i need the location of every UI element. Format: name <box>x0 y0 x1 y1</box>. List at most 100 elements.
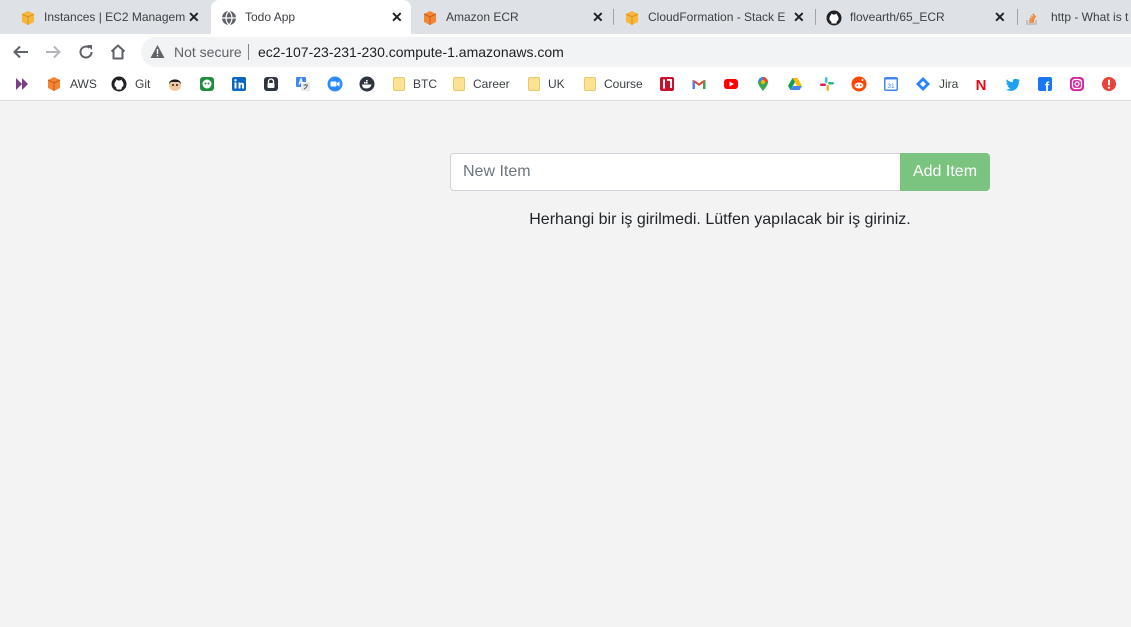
translate-icon <box>296 77 310 91</box>
tab-cloudformation[interactable]: CloudFormation - Stack E ✕ <box>614 0 814 34</box>
facebook-letter: f <box>1045 79 1050 92</box>
twitter-icon <box>1005 78 1020 91</box>
bookmark-item[interactable] <box>1005 76 1021 92</box>
github-icon <box>111 76 127 92</box>
bookmark-item[interactable] <box>295 76 311 92</box>
aws-box-icon <box>625 11 639 25</box>
bookmark-item[interactable] <box>851 76 867 92</box>
tab-label: Todo App <box>245 10 296 24</box>
tab-label: flovearth/65_ECR <box>850 10 945 24</box>
folder-icon <box>528 77 540 91</box>
empty-list-message: Herhangi bir iş girilmedi. Lütfen yapıla… <box>529 211 911 228</box>
bookmark-item[interactable] <box>199 76 215 92</box>
bookmark-label: AWS <box>70 77 97 91</box>
forward-arrow-icon[interactable] <box>44 43 62 61</box>
facebook-icon: f <box>1038 77 1052 92</box>
tab-label: Instances | EC2 Managem <box>44 10 186 24</box>
jira-icon <box>916 77 930 91</box>
bookmark-label: Git <box>135 77 151 91</box>
tab-github-repo[interactable]: flovearth/65_ECR ✕ <box>816 0 1016 34</box>
bookmark-item[interactable] <box>327 76 343 92</box>
github-icon <box>826 10 842 26</box>
address-url[interactable]: ec2-107-23-231-230.compute-1.amazonaws.c… <box>258 44 564 60</box>
folder-icon <box>393 77 405 91</box>
tab-strip: Instances | EC2 Managem ✕ Todo App ✕ Ama… <box>0 0 1131 34</box>
add-item-button[interactable]: Add Item <box>900 153 990 191</box>
alert-icon <box>1102 77 1116 91</box>
bookmark-item[interactable] <box>1069 76 1085 92</box>
close-icon[interactable]: ✕ <box>391 9 403 25</box>
gmail-icon <box>692 80 706 89</box>
warning-icon[interactable] <box>150 44 165 59</box>
globe-icon <box>222 10 236 26</box>
avatar-icon <box>169 79 181 91</box>
green-face-icon <box>200 77 214 91</box>
calendar-day: 31 <box>887 83 895 90</box>
instagram-icon <box>1070 77 1084 91</box>
bookmark-label: UK <box>548 77 565 91</box>
new-item-input[interactable] <box>450 153 901 191</box>
bookmark-item[interactable] <box>787 76 803 92</box>
close-icon[interactable]: ✕ <box>994 9 1006 25</box>
tab-todo-app[interactable]: Todo App ✕ <box>211 0 411 34</box>
calendar-icon: 31 <box>884 77 898 91</box>
aws-icon <box>47 77 61 91</box>
red-tool-icon <box>660 77 674 91</box>
stackoverflow-icon <box>1026 13 1037 25</box>
bookmark-jira[interactable]: Jira <box>915 76 958 92</box>
bookmark-git[interactable]: Git <box>111 76 150 92</box>
close-icon[interactable]: ✕ <box>592 9 604 25</box>
tab-stackoverflow[interactable]: http - What is t <box>1018 0 1131 34</box>
bookmark-label: Jira <box>939 77 959 91</box>
docker-icon <box>359 76 375 92</box>
bookmark-aws[interactable]: AWS <box>46 76 97 92</box>
bookmark-item[interactable]: N <box>973 76 989 92</box>
bookmark-label: Course <box>604 77 643 91</box>
tab-label: Amazon ECR <box>446 10 519 24</box>
bookmark-item[interactable] <box>359 76 375 92</box>
youtube-icon <box>724 79 738 89</box>
home-icon[interactable] <box>109 43 127 61</box>
bookmark-folder-btc[interactable]: BTC <box>393 76 437 92</box>
bookmark-item[interactable] <box>691 76 707 92</box>
folder-icon <box>453 77 465 91</box>
reload-icon[interactable] <box>77 43 95 61</box>
tab-label: http - What is t <box>1051 10 1129 24</box>
bookmark-item[interactable] <box>723 76 739 92</box>
close-icon[interactable]: ✕ <box>188 9 200 25</box>
bookmark-item[interactable] <box>659 76 675 92</box>
aws-box-icon <box>21 11 35 25</box>
bookmark-item[interactable] <box>167 76 183 92</box>
aws-ecr-icon <box>423 11 437 25</box>
bookmark-item[interactable] <box>755 76 771 92</box>
omnibox-divider <box>248 44 249 60</box>
tab-label: CloudFormation - Stack E <box>648 10 786 24</box>
bookmark-item[interactable] <box>1101 76 1117 92</box>
tab-amazon-ecr[interactable]: Amazon ECR ✕ <box>412 0 612 34</box>
linkedin-icon <box>232 77 246 91</box>
maps-icon <box>758 77 768 91</box>
bookmark-item[interactable] <box>14 76 30 92</box>
folder-icon <box>584 77 596 91</box>
chevron-logo-icon <box>16 78 28 90</box>
bookmark-folder-career[interactable]: Career <box>453 76 510 92</box>
tab-ec2-instances[interactable]: Instances | EC2 Managem ✕ <box>10 0 210 34</box>
zoom-icon <box>327 76 343 92</box>
drive-icon <box>788 78 802 90</box>
bookmark-folder-course[interactable]: Course <box>584 76 643 92</box>
lock-app-icon <box>264 77 278 91</box>
security-status[interactable]: Not secure <box>174 44 242 60</box>
bookmark-item[interactable]: 31 <box>883 76 899 92</box>
bookmark-item[interactable] <box>819 76 835 92</box>
bookmark-item[interactable] <box>231 76 247 92</box>
netflix-icon: N <box>976 77 987 92</box>
back-arrow-icon[interactable] <box>12 43 30 61</box>
bookmark-label: BTC <box>413 77 437 91</box>
bookmark-folder-uk[interactable]: UK <box>528 76 565 92</box>
netflix-letter: N <box>976 77 987 92</box>
bookmark-item[interactable]: f <box>1037 76 1053 92</box>
bookmark-item[interactable] <box>263 76 279 92</box>
reddit-icon <box>851 76 867 92</box>
close-icon[interactable]: ✕ <box>793 9 805 25</box>
bookmark-label: Career <box>473 77 510 91</box>
